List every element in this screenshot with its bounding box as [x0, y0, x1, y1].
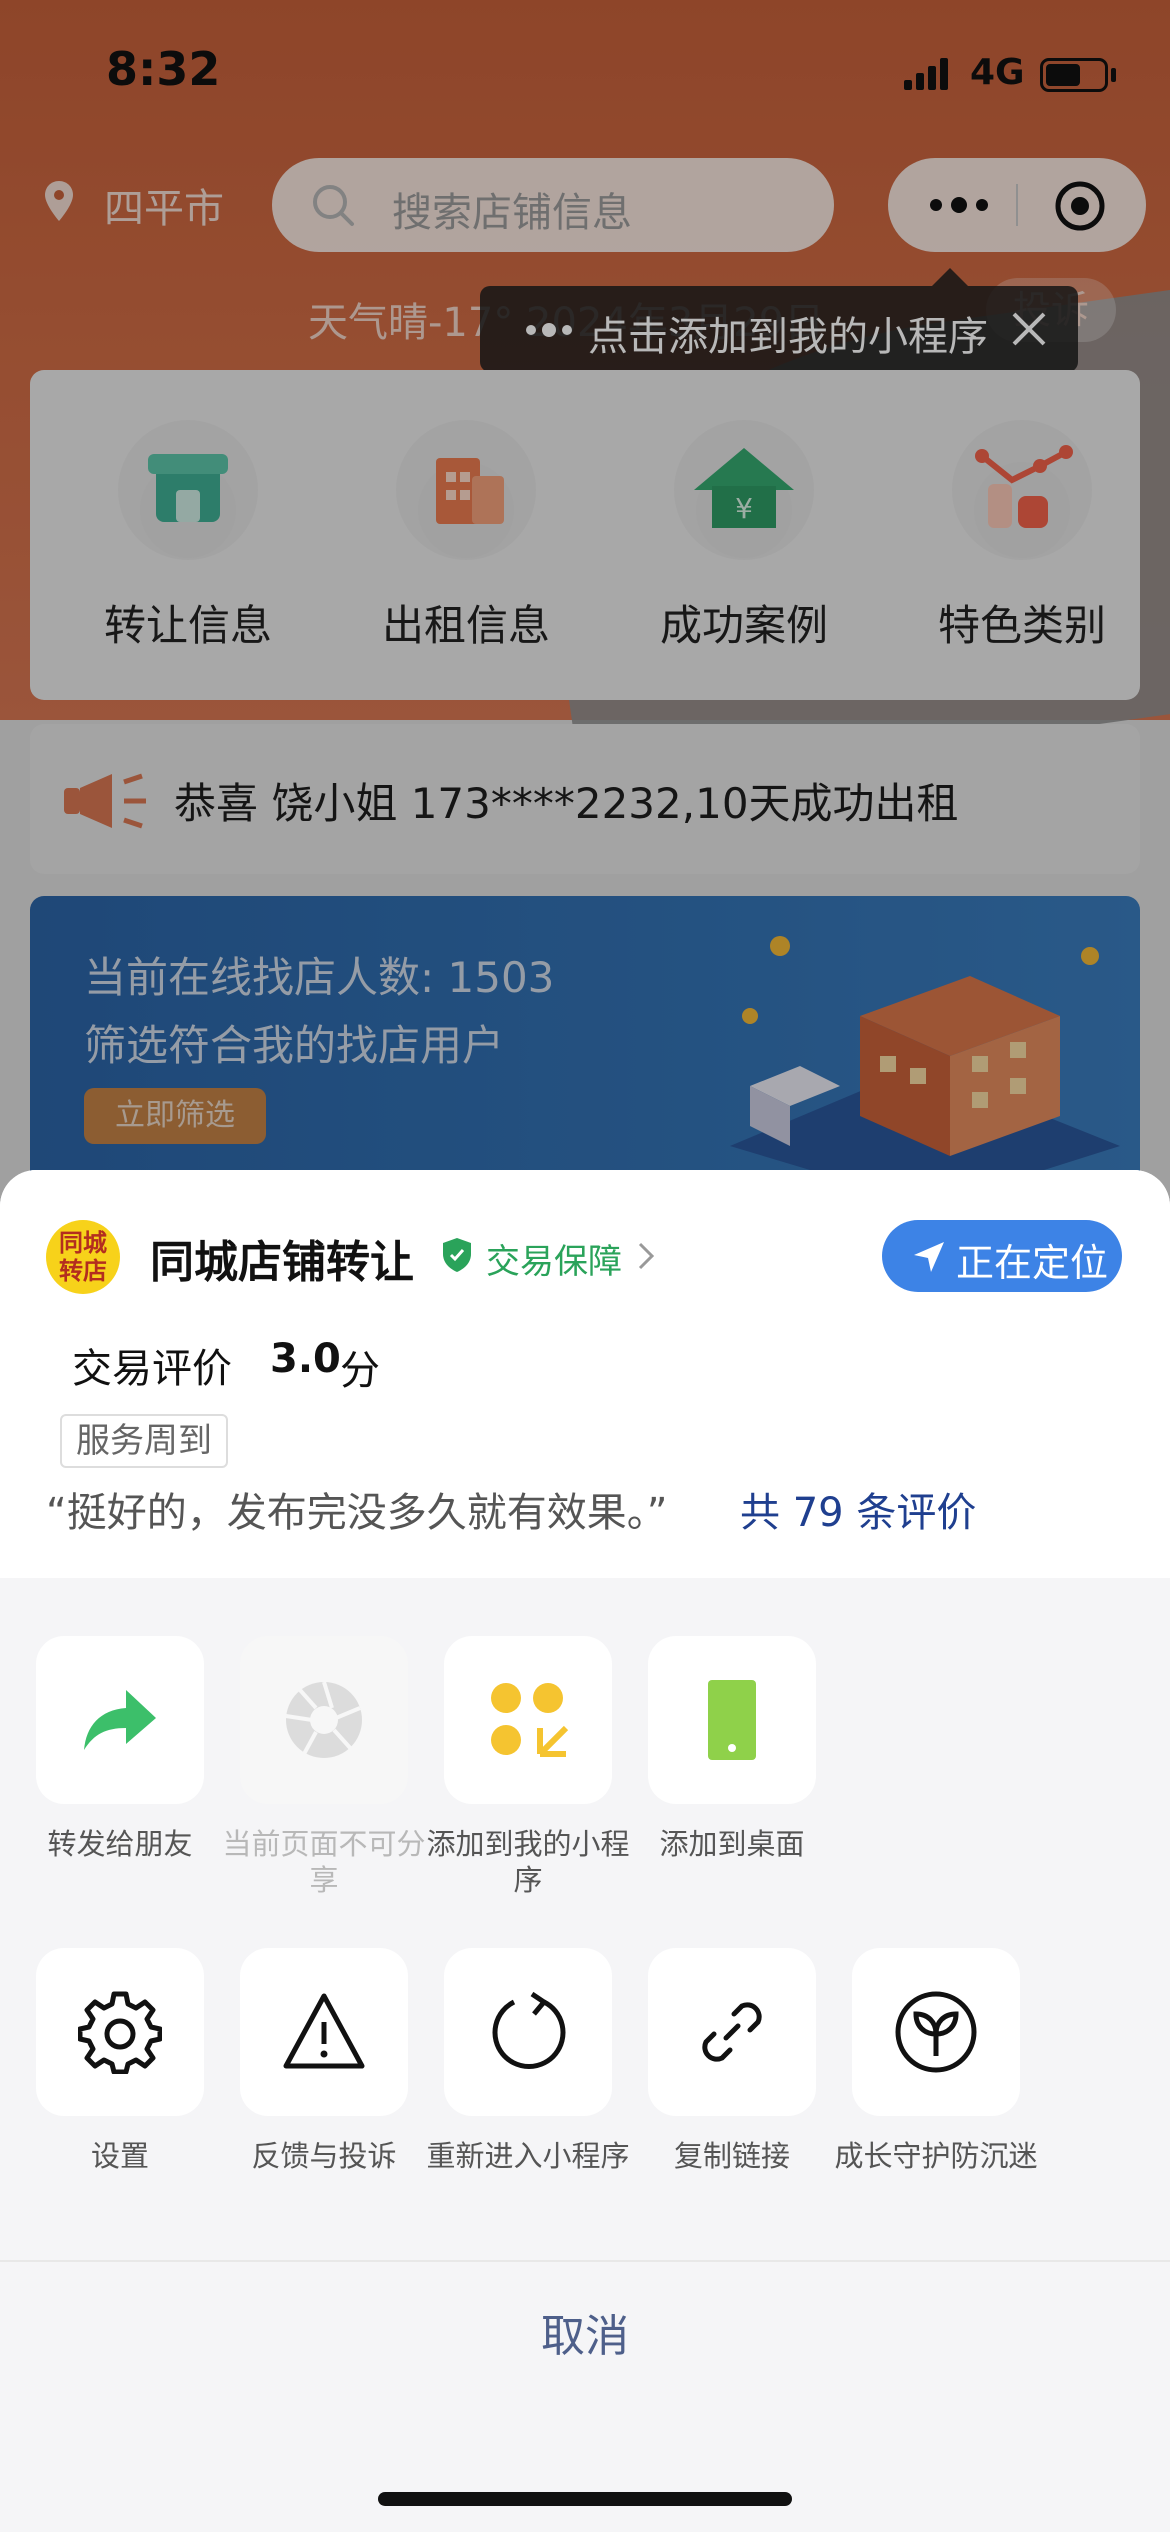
background-page: 8:32 4G 四平市 搜索店铺信息 天气晴-17° 点击添加到我的小程序 转让… [0, 0, 1170, 1240]
review-count-link[interactable]: 共 79 条评价 [740, 1480, 976, 1538]
review-tag: 服务周到 [60, 1414, 228, 1468]
aperture-icon [285, 1681, 362, 1758]
divider [0, 2260, 1170, 2262]
rating-value: 3.0 [270, 1336, 341, 1382]
logo-line2: 转店 [59, 1257, 107, 1285]
action-tile [648, 1948, 816, 2116]
home-indicator[interactable] [378, 2492, 792, 2506]
add-to-desktop-button[interactable]: 添加到桌面 [648, 1636, 818, 1916]
miniprogram-info: 同城 转店 同城店铺转让 交易保障 正在定位 交易评价 3.0 分 服务周到 “… [0, 1170, 1170, 1578]
settings-button[interactable]: 设置 [36, 1948, 206, 2228]
action-label: 添加到桌面 [659, 1827, 805, 1861]
action-tile [36, 1636, 204, 1804]
shield-icon [443, 1238, 471, 1272]
action-label: 重新进入小程序 [426, 2139, 630, 2173]
screen: 8:32 4G 四平市 搜索店铺信息 天气晴-17° 点击添加到我的小程序 转让… [0, 0, 1170, 2532]
action-label: 设置 [90, 2139, 149, 2173]
share-to-friend-button[interactable]: 转发给朋友 [36, 1636, 206, 1916]
copy-link-button[interactable]: 复制链接 [648, 1948, 818, 2228]
cancel-button[interactable]: 取消 [0, 2300, 1170, 2364]
gear-icon [78, 1991, 162, 2074]
sprout-icon [895, 1991, 977, 2073]
action-label: 反馈与投诉 [251, 2139, 397, 2173]
action-label: 当前页面不可分享 [222, 1827, 426, 1897]
action-label: 成长守护防沉迷 [834, 2139, 1038, 2173]
warning-icon [283, 1993, 365, 2069]
app-name[interactable]: 同城店铺转让 [150, 1226, 414, 1290]
action-label: 转发给朋友 [47, 1827, 193, 1861]
add-miniprogram-icon [491, 1683, 569, 1757]
action-tile [240, 1636, 408, 1804]
reload-icon [492, 1991, 566, 2070]
navigation-arrow-icon [914, 1242, 944, 1272]
action-tile [444, 1948, 612, 2116]
action-tile [444, 1636, 612, 1804]
trade-guarantee-link[interactable]: 交易保障 [486, 1234, 622, 1283]
app-logo[interactable]: 同城 转店 [46, 1220, 120, 1294]
feedback-complaint-button[interactable]: 反馈与投诉 [240, 1948, 410, 2228]
review-quote: “挺好的，发布完没多久就有效果。” [46, 1490, 668, 1536]
action-label: 复制链接 [673, 2139, 790, 2173]
action-label: 添加到我的小程序 [426, 1827, 630, 1897]
action-tile [648, 1636, 816, 1804]
forward-arrow-icon [84, 1690, 156, 1750]
reenter-miniprogram-button[interactable]: 重新进入小程序 [426, 1948, 630, 2228]
add-to-my-miniprograms-button[interactable]: 添加到我的小程序 [426, 1636, 630, 1916]
locating-button[interactable]: 正在定位 [882, 1220, 1122, 1292]
logo-line1: 同城 [59, 1229, 107, 1257]
action-sheet: 同城 转店 同城店铺转让 交易保障 正在定位 交易评价 3.0 分 服务周到 “… [0, 1170, 1170, 2532]
action-tile [852, 1948, 1020, 2116]
modal-overlay[interactable] [0, 0, 1170, 1240]
rating-unit: 分 [340, 1348, 380, 1394]
share-disabled-button: 当前页面不可分享 [222, 1636, 426, 1916]
rating-label: 交易评价 [72, 1346, 232, 1392]
anti-addiction-button[interactable]: 成长守护防沉迷 [834, 1948, 1038, 2228]
link-icon [702, 2002, 762, 2062]
phone-icon [708, 1680, 756, 1760]
chevron-right-icon [638, 1242, 655, 1270]
action-tile [36, 1948, 204, 2116]
locating-label: 正在定位 [956, 1241, 1109, 1285]
action-tile [240, 1948, 408, 2116]
